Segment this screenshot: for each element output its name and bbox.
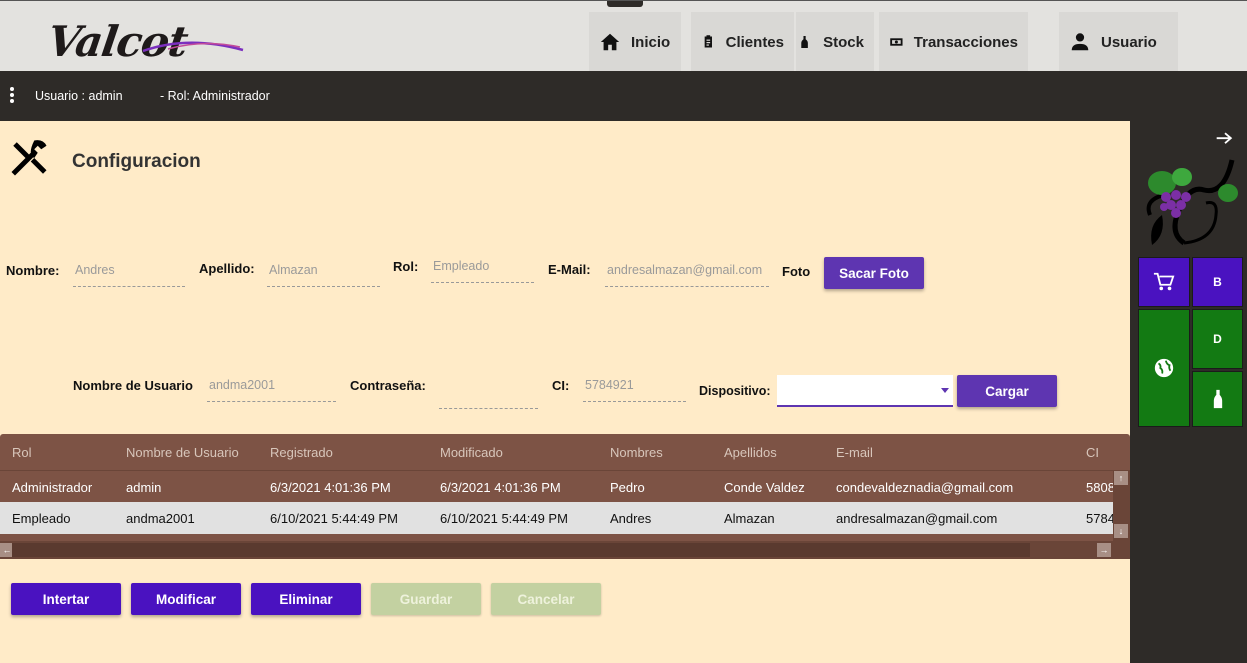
sacar-foto-button[interactable]: Sacar Foto [824, 257, 924, 289]
user-info-bar: Usuario : admin - Rol: Administrador [0, 71, 1247, 121]
cell-usuario: admin [126, 480, 162, 495]
guardar-button: Guardar [371, 583, 481, 615]
cell-ci: 5784 [1086, 511, 1115, 526]
cell-rol: Administrador [12, 480, 93, 495]
users-table: Rol Nombre de Usuario Registrado Modific… [0, 434, 1130, 559]
cargar-button[interactable]: Cargar [957, 375, 1057, 407]
scrollbar-thumb[interactable] [12, 543, 1030, 557]
cell-modificado: 6/10/2021 5:44:49 PM [440, 511, 568, 526]
tools-icon [11, 140, 47, 176]
cell-registrado: 6/3/2021 4:01:36 PM [270, 480, 391, 495]
email-label: E-Mail: [548, 262, 591, 277]
nombre-label: Nombre: [6, 263, 60, 278]
main-content: Configuracion Nombre: Andres Apellido: A… [0, 121, 1130, 663]
nav-transacciones-label: Transacciones [913, 33, 1018, 51]
col-header-registrado[interactable]: Registrado [270, 445, 333, 460]
page-title: Configuracion [72, 151, 201, 172]
bottle-icon [801, 35, 808, 49]
cell-rol: Empleado [12, 511, 71, 526]
right-side-panel: B D [1130, 121, 1247, 663]
cell-email: condevaldeznadia@gmail.com [836, 480, 1014, 495]
nav-inicio[interactable]: Inicio [589, 12, 681, 72]
col-header-apellidos[interactable]: Apellidos [724, 445, 777, 460]
email-field[interactable]: andresalmazan@gmail.com [605, 261, 769, 287]
valcot-logo[interactable]: Valcot [45, 17, 248, 67]
table-header: Rol Nombre de Usuario Registrado Modific… [0, 436, 1130, 468]
cell-usuario: andma2001 [126, 511, 195, 526]
logo-swoosh [142, 41, 244, 53]
col-header-ci[interactable]: CI [1086, 445, 1099, 460]
col-header-rol[interactable]: Rol [12, 445, 32, 460]
eliminar-button[interactable]: Eliminar [251, 583, 361, 615]
table-row[interactable]: Administrador admin 6/3/2021 4:01:36 PM … [0, 470, 1130, 502]
tile-b-label: B [1213, 275, 1222, 289]
arrow-right-icon[interactable] [1214, 129, 1236, 149]
dispositivo-label: Dispositivo: [699, 384, 771, 398]
nav-stock-label: Stock [823, 33, 864, 51]
cell-nombres: Pedro [610, 480, 645, 495]
cell-ci: 5808 [1086, 480, 1115, 495]
tile-b[interactable]: B [1192, 257, 1243, 307]
horizontal-scrollbar[interactable]: ← → [0, 541, 1130, 559]
rol-label: Rol: [393, 259, 419, 274]
home-icon [600, 33, 620, 51]
apellido-field[interactable]: Almazan [267, 261, 380, 287]
current-role-text: - Rol: Administrador [160, 89, 270, 103]
scroll-up-icon[interactable]: ↑ [1114, 471, 1128, 485]
globe-icon [1154, 358, 1174, 378]
insertar-button[interactable]: Intertar [11, 583, 121, 615]
tile-cart[interactable] [1138, 257, 1190, 307]
grapes-logo-icon [1146, 159, 1238, 246]
cell-modificado: 6/3/2021 4:01:36 PM [440, 480, 561, 495]
col-header-email[interactable]: E-mail [836, 445, 873, 460]
ci-label: CI: [552, 378, 570, 393]
bottle-icon [1213, 389, 1222, 409]
scroll-down-icon[interactable]: ↓ [1114, 524, 1128, 538]
cancelar-button: Cancelar [491, 583, 601, 615]
col-header-modificado[interactable]: Modificado [440, 445, 503, 460]
tile-d[interactable]: D [1192, 309, 1243, 369]
foto-label: Foto [782, 264, 811, 279]
current-user-text: Usuario : admin [35, 89, 123, 103]
nav-usuario-label: Usuario [1101, 33, 1157, 51]
modificar-button[interactable]: Modificar [131, 583, 241, 615]
contrasena-label: Contraseña: [350, 378, 426, 393]
tile-bottle[interactable] [1192, 371, 1243, 427]
usuario-field[interactable]: andma2001 [207, 376, 336, 402]
tile-globe[interactable] [1138, 309, 1190, 427]
rol-field[interactable]: Empleado [431, 257, 534, 283]
chevron-down-icon [941, 388, 949, 393]
apellido-label: Apellido: [199, 261, 255, 276]
badge-icon [704, 35, 712, 48]
col-header-usuario[interactable]: Nombre de Usuario [126, 445, 239, 460]
top-navbar: Valcot Inicio Clientes Stock Transaccion… [0, 0, 1247, 72]
usuario-label: Nombre de Usuario [73, 378, 193, 393]
nav-inicio-label: Inicio [631, 33, 671, 51]
nav-transacciones[interactable]: Transacciones [879, 12, 1028, 72]
table-row[interactable]: Empleado andma2001 6/10/2021 5:44:49 PM … [0, 502, 1130, 534]
nav-clientes[interactable]: Clientes [691, 12, 794, 72]
cell-registrado: 6/10/2021 5:44:49 PM [270, 511, 398, 526]
ci-field[interactable]: 5784921 [583, 376, 686, 402]
cell-nombres: Andres [610, 511, 652, 526]
col-header-nombres[interactable]: Nombres [610, 445, 663, 460]
tile-d-label: D [1213, 332, 1222, 346]
cell-apellidos: Almazan [724, 511, 775, 526]
dispositivo-select[interactable] [777, 375, 953, 407]
scroll-right-icon[interactable]: → [1097, 543, 1111, 557]
contrasena-field[interactable] [439, 383, 538, 409]
nombre-field[interactable]: Andres [73, 261, 185, 287]
cell-email: andresalmazan@gmail.com [836, 511, 998, 526]
more-vert-icon[interactable] [10, 87, 16, 105]
cell-apellidos: Conde Valdez [724, 480, 805, 495]
top-notch [607, 1, 643, 7]
cart-icon [1153, 272, 1175, 291]
vertical-scrollbar[interactable]: ↑ ↓ [1113, 470, 1130, 541]
money-icon [890, 38, 903, 46]
nav-usuario[interactable]: Usuario [1059, 12, 1178, 72]
person-icon [1071, 33, 1089, 51]
nav-clientes-label: Clientes [725, 33, 784, 51]
nav-stock[interactable]: Stock [796, 12, 874, 72]
